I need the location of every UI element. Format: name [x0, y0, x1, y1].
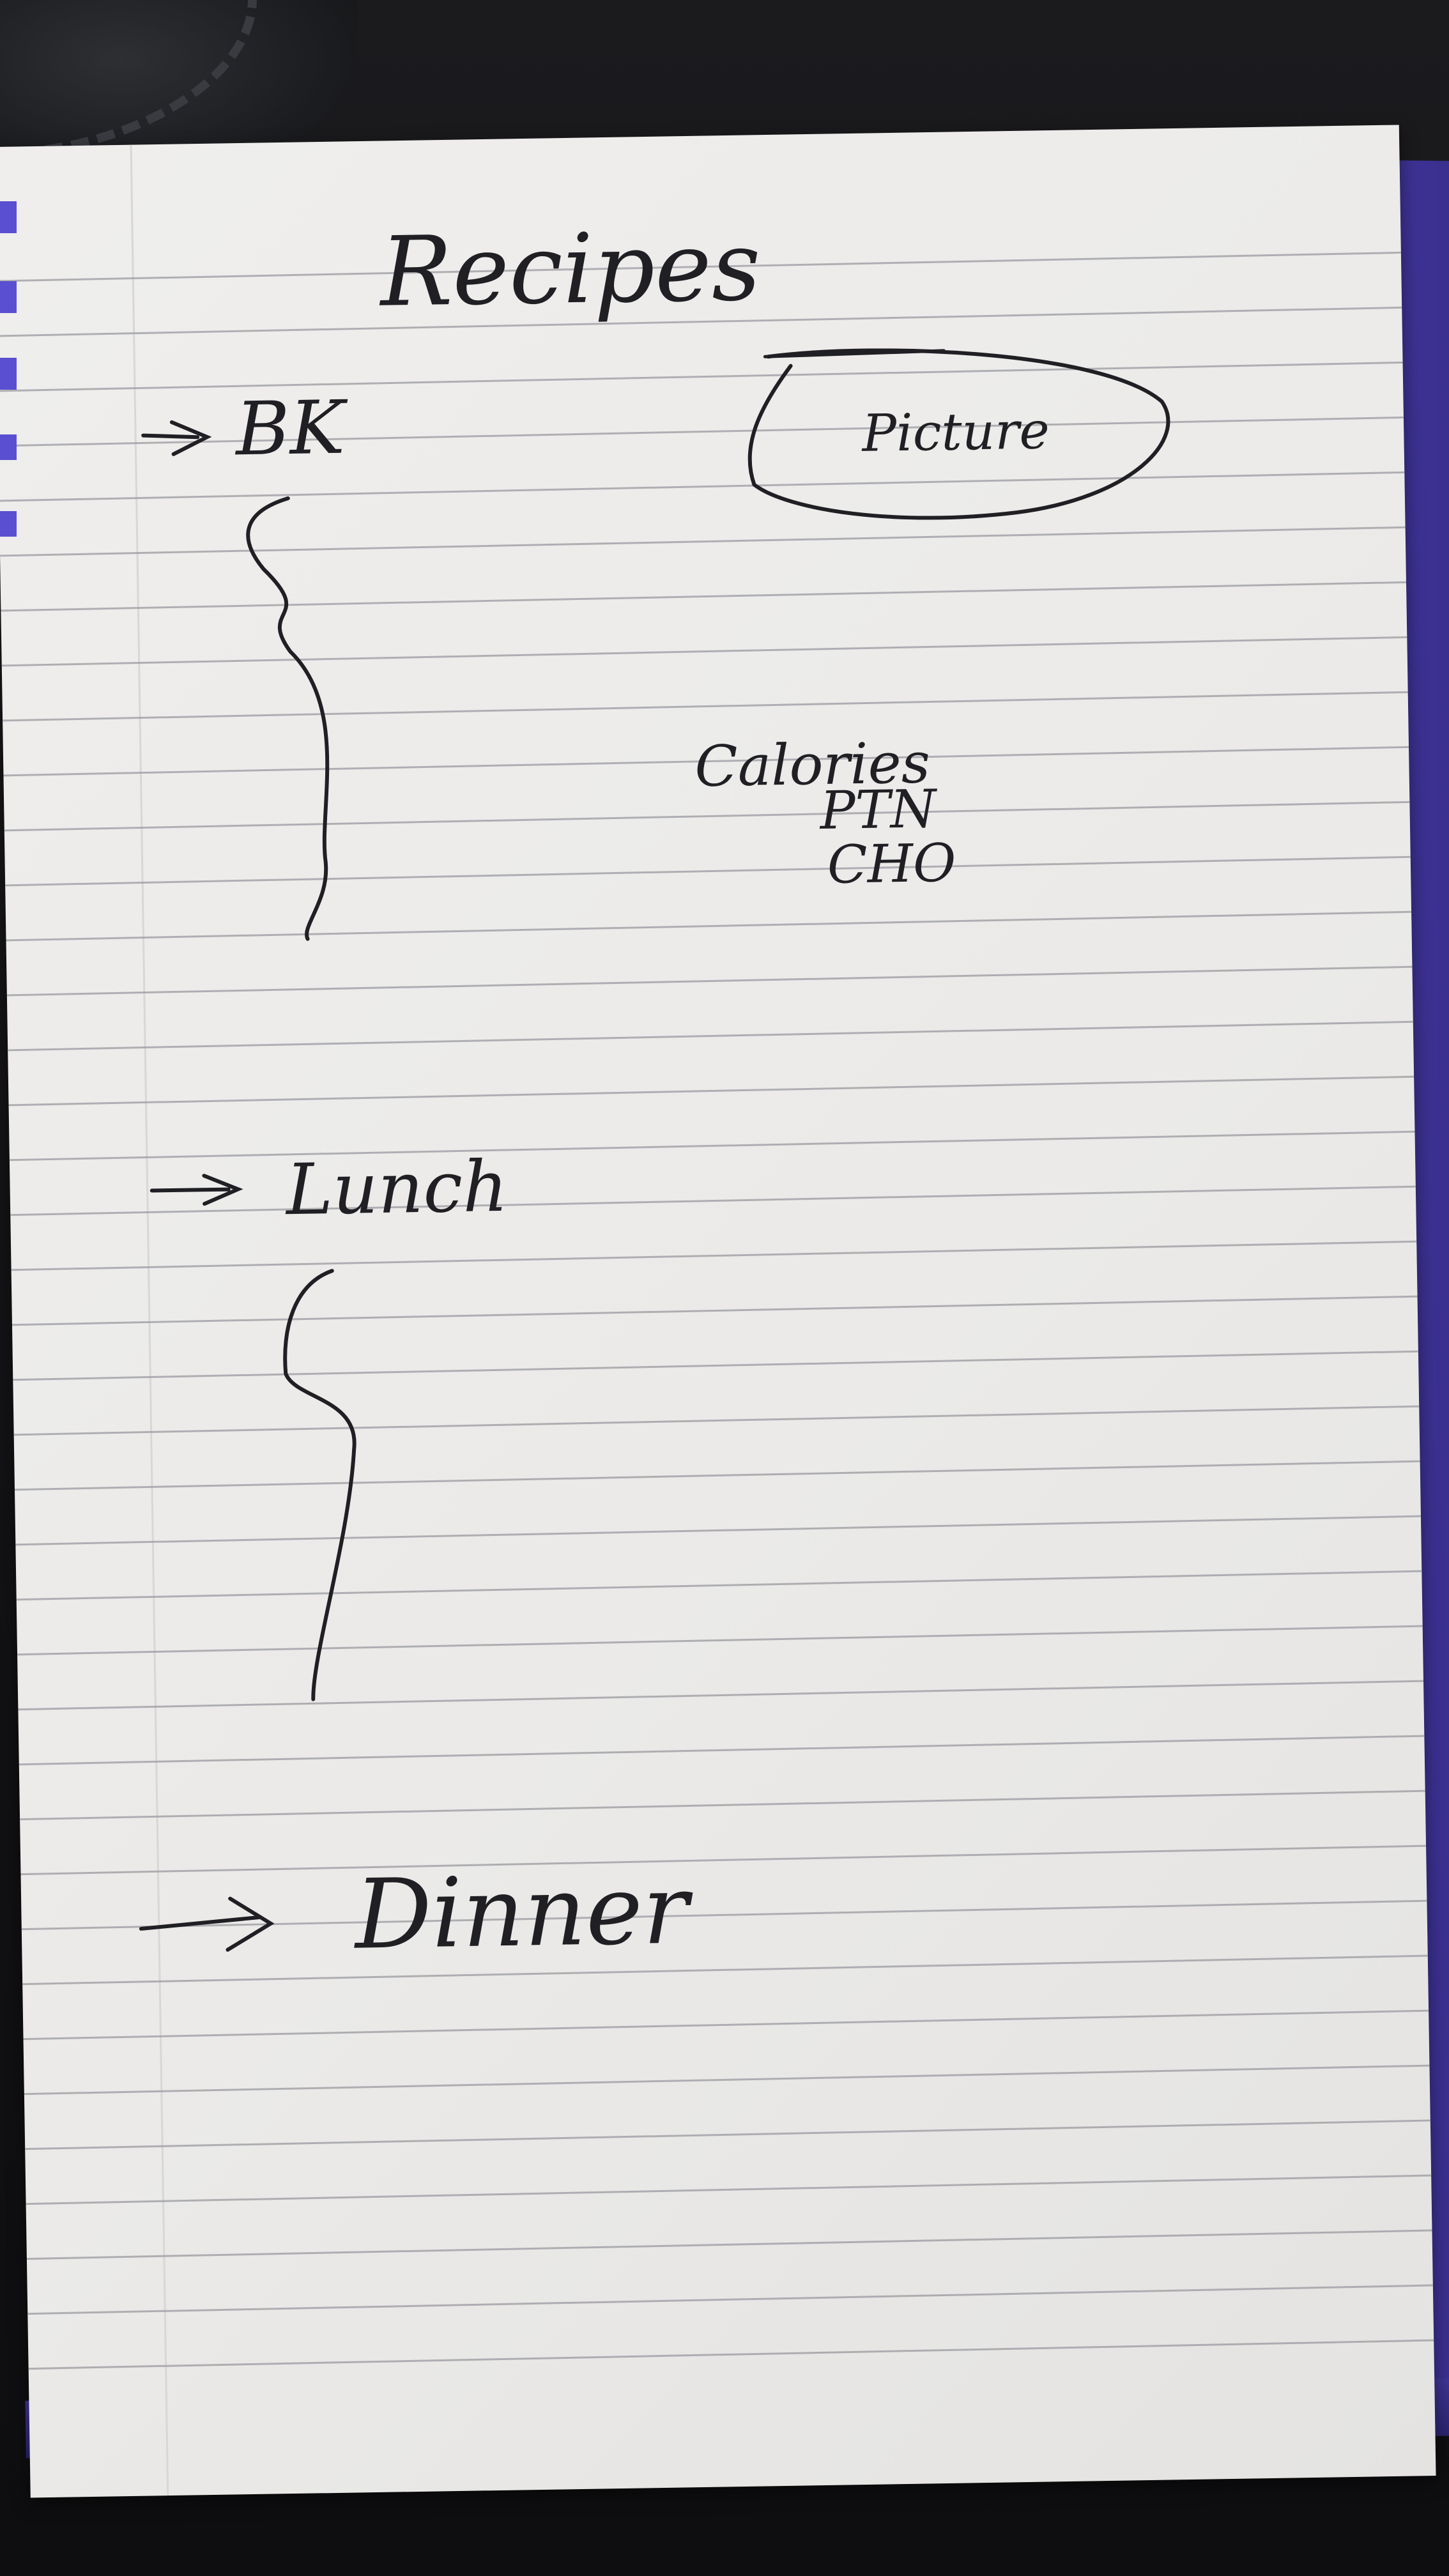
picture-label: Picture — [861, 401, 1050, 463]
section-bk: BK — [141, 385, 349, 941]
note-title: Recipes — [378, 211, 762, 328]
arrow-icon — [139, 1896, 275, 1952]
handwriting-layer: Recipes BK Picture Calories PTN CHO Lunc… — [139, 211, 1170, 1971]
photo-scene: Recipes BK Picture Calories PTN CHO Lunc… — [0, 0, 1449, 2576]
curly-brace-icon — [246, 496, 330, 941]
arrow-icon — [150, 1174, 243, 1206]
curly-brace-icon — [283, 1269, 356, 1701]
picture-placeholder: Picture — [747, 348, 1170, 520]
section-dinner: Dinner — [139, 1854, 694, 1971]
section-label-bk: BK — [234, 385, 349, 473]
section-lunch: Lunch — [150, 1146, 509, 1701]
nutrition-list: Calories PTN CHO — [694, 730, 956, 896]
arrow-icon — [141, 420, 212, 456]
nutrition-cho: CHO — [827, 833, 956, 896]
nutrition-ptn: PTN — [818, 779, 939, 841]
section-label-dinner: Dinner — [352, 1854, 694, 1970]
section-label-lunch: Lunch — [284, 1146, 509, 1230]
